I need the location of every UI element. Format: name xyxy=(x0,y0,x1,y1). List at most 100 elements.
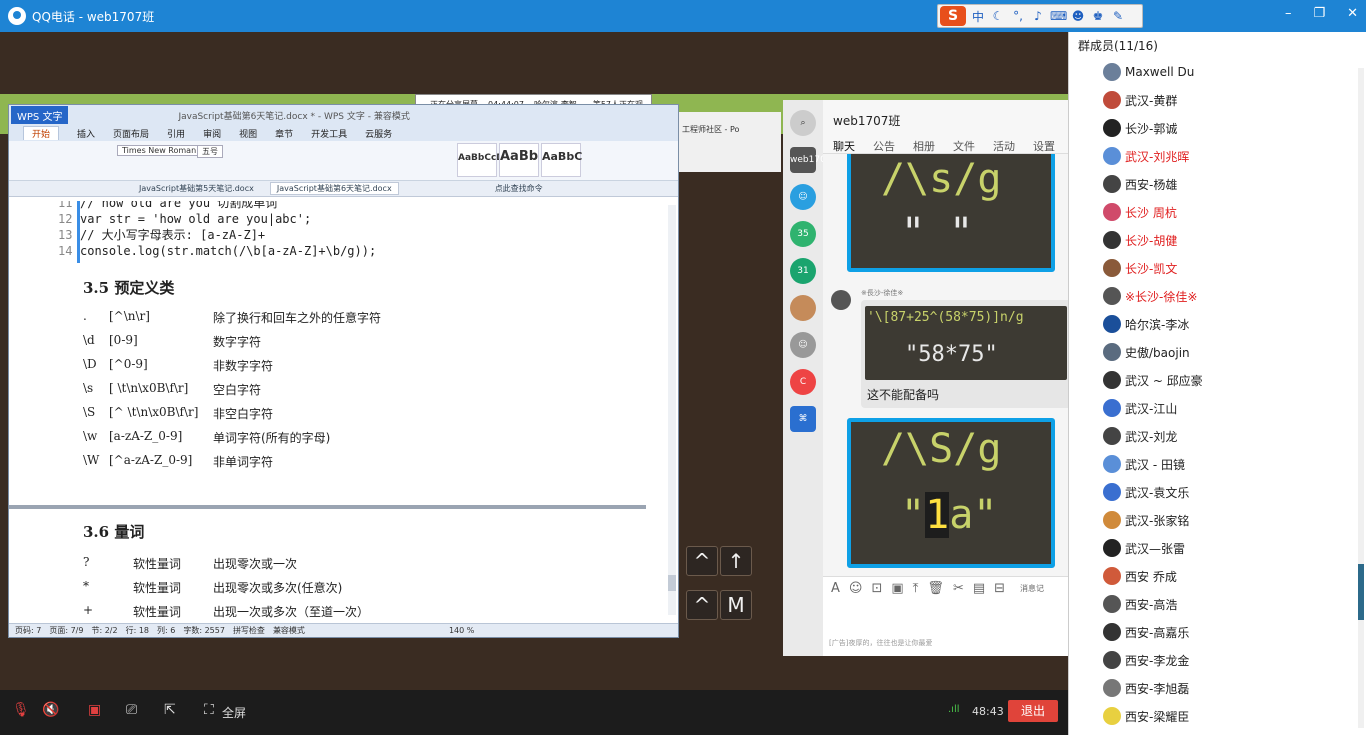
trash-icon[interactable]: 🗑 xyxy=(927,581,944,596)
member-item[interactable]: 长沙-凯文 xyxy=(1103,258,1177,278)
mic-icon[interactable]: ♪ xyxy=(1030,9,1046,23)
member-item[interactable]: 长沙-郭诚 xyxy=(1103,118,1177,138)
moon-icon[interactable]: ☾ xyxy=(990,9,1006,23)
member-item[interactable]: 西安-李龙金 xyxy=(1103,650,1189,670)
message-image[interactable]: '\[87+25^(58*75)]n/g "58*75" xyxy=(865,306,1067,380)
zoom-level[interactable]: 140 % xyxy=(449,626,474,635)
sogou-logo-icon[interactable]: S xyxy=(940,6,966,26)
key-caret-2[interactable]: ^ xyxy=(686,590,718,620)
size-select[interactable]: 五号 xyxy=(197,145,223,158)
tab-cloud[interactable]: 云服务 xyxy=(365,127,392,140)
document-page-2[interactable]: 3.6 量词 ? 软性量词 出现零次或一次 * 软性量词 出现零次或多次(任意次) + 软… xyxy=(29,509,666,621)
tab-reference[interactable]: 引用 xyxy=(167,127,185,140)
scroll-thumb[interactable] xyxy=(1358,564,1364,620)
font-icon[interactable]: A xyxy=(831,581,840,596)
member-item[interactable]: 武汉-刘兆晖 xyxy=(1103,146,1189,166)
key-caret[interactable]: ^ xyxy=(686,546,718,576)
member-item[interactable]: 长沙-胡健 xyxy=(1103,230,1177,250)
member-item[interactable]: 武汉-张家铭 xyxy=(1103,510,1189,530)
tab-insert[interactable]: 插入 xyxy=(77,127,95,140)
member-item[interactable]: 西安-高浩 xyxy=(1103,594,1177,614)
command-search[interactable]: 点此查找命令 xyxy=(495,183,543,194)
contacts-icon[interactable]: ☺ xyxy=(790,184,816,210)
member-item[interactable]: 武汉-袁文乐 xyxy=(1103,482,1189,502)
gif-icon[interactable]: ⊡ xyxy=(871,581,882,596)
emoji-icon[interactable]: ☺ xyxy=(849,581,863,596)
close-button[interactable]: ✕ xyxy=(1347,6,1358,21)
member-item[interactable]: 武汉 ~ 邱应豪 xyxy=(1103,370,1203,390)
camera-off-icon[interactable]: ▣ xyxy=(88,702,101,718)
member-item[interactable]: 西安-高嘉乐 xyxy=(1103,622,1189,642)
tab-home[interactable]: 开始 xyxy=(23,126,60,140)
c-icon[interactable]: C xyxy=(790,369,816,395)
fullscreen-button[interactable]: 全屏 xyxy=(222,704,246,721)
key-m[interactable]: M xyxy=(720,590,752,620)
member-item[interactable]: 西安-李旭磊 xyxy=(1103,678,1189,698)
keyboard-icon[interactable]: ⌨ xyxy=(1050,9,1067,23)
history-link[interactable]: 消息记 xyxy=(1020,583,1044,594)
group-avatar[interactable]: web1707 xyxy=(790,147,832,173)
member-item[interactable]: 武汉—张雷 xyxy=(1103,538,1185,558)
apps-icon[interactable]: 35 xyxy=(790,221,816,247)
mic-muted-icon[interactable]: 🎙 xyxy=(12,702,30,718)
image-message[interactable]: /\S/g "1a" xyxy=(847,418,1055,568)
minimize-button[interactable]: – xyxy=(1285,6,1292,21)
user-icon[interactable]: ☻ xyxy=(1070,9,1086,23)
maximize-button[interactable]: ❐ xyxy=(1313,6,1325,21)
style-normal[interactable]: AaBbCcD xyxy=(457,143,504,177)
member-item[interactable]: ※长沙-徐佳※ xyxy=(1103,286,1197,306)
penguin-icon[interactable]: ☺ xyxy=(790,332,816,358)
chat-message[interactable]: '\[87+25^(58*75)]n/g "58*75" 这不能配备吗 xyxy=(861,300,1068,408)
font-select[interactable]: Times New Roman xyxy=(117,145,202,156)
search-icon[interactable]: ⌕ xyxy=(790,110,816,136)
share-screen-icon[interactable]: ⎚ xyxy=(126,702,137,718)
tab-layout[interactable]: 页面布局 xyxy=(113,127,149,140)
member-item[interactable]: 武汉-刘龙 xyxy=(1103,426,1177,446)
member-item[interactable]: 武汉-黄群 xyxy=(1103,90,1177,110)
doc-scrollbar[interactable] xyxy=(668,205,676,615)
doc-tab-active[interactable]: JavaScript基础第6天笔记.docx xyxy=(269,182,399,195)
style-h2[interactable]: AaBbC xyxy=(541,143,582,177)
scissors-icon[interactable]: ✂ xyxy=(953,581,964,596)
exit-button[interactable]: 退出 xyxy=(1008,700,1058,722)
member-item[interactable]: 西安-梁耀臣 xyxy=(1103,706,1189,726)
more-icon[interactable]: ⊟ xyxy=(994,581,1005,596)
wrench-icon[interactable]: ✎ xyxy=(1110,9,1126,23)
member-item[interactable]: 长沙 周杭 xyxy=(1103,202,1177,222)
member-item[interactable]: 史傲/baojin xyxy=(1103,342,1190,362)
sender-avatar[interactable] xyxy=(831,290,851,310)
member-item[interactable]: Maxwell Du xyxy=(1103,62,1194,82)
tab-section[interactable]: 章节 xyxy=(275,127,293,140)
member-item[interactable]: 哈尔滨-李冰 xyxy=(1103,314,1189,334)
wps-app-menu[interactable]: WPS 文字 xyxy=(11,106,69,124)
key-up[interactable]: ↑ xyxy=(720,546,752,576)
ime-toolbar[interactable]: S 中 ☾ °, ♪ ⌨ ☻ ♚ ✎ xyxy=(937,4,1143,28)
chat-input[interactable]: [广告]夜厚的，往往也是让你最爱 xyxy=(823,600,1068,656)
member-item[interactable]: 武汉 - 田镜 xyxy=(1103,454,1185,474)
member-item[interactable]: 西安 乔成 xyxy=(1103,566,1177,586)
tab-review[interactable]: 审阅 xyxy=(203,127,221,140)
cell: \w xyxy=(83,429,98,443)
member-item[interactable]: 武汉-江山 xyxy=(1103,398,1177,418)
member-scrollbar[interactable] xyxy=(1358,68,1364,728)
tab-devtools[interactable]: 开发工具 xyxy=(311,127,347,140)
app-icon[interactable]: ⌘ xyxy=(790,406,816,432)
punctuation-icon[interactable]: °, xyxy=(1010,9,1026,23)
share-file-icon[interactable]: ⇱ xyxy=(164,702,176,718)
tab-view[interactable]: 视图 xyxy=(239,127,257,140)
screenshot-icon[interactable]: ▤ xyxy=(973,581,985,596)
member-item[interactable]: 西安-杨雄 xyxy=(1103,174,1177,194)
fullscreen-icon[interactable]: ⛶ xyxy=(204,702,214,718)
image-message[interactable]: /\s/g " " xyxy=(847,154,1055,272)
doc-tab[interactable]: JavaScript基础第5天笔记.docx xyxy=(139,183,254,194)
scroll-thumb[interactable] xyxy=(668,575,676,591)
style-h1[interactable]: AaBb xyxy=(499,143,539,177)
ime-lang-toggle[interactable]: 中 xyxy=(970,8,986,25)
avatar[interactable] xyxy=(790,295,816,321)
notes-icon[interactable]: 31 xyxy=(790,258,816,284)
skin-icon[interactable]: ♚ xyxy=(1090,9,1106,23)
speaker-muted-icon[interactable]: 🔇 xyxy=(42,702,59,718)
upload-icon[interactable]: ⤒ xyxy=(913,581,919,596)
image-icon[interactable]: ▣ xyxy=(891,581,903,596)
status-item[interactable]: 拼写检查 xyxy=(233,625,265,636)
